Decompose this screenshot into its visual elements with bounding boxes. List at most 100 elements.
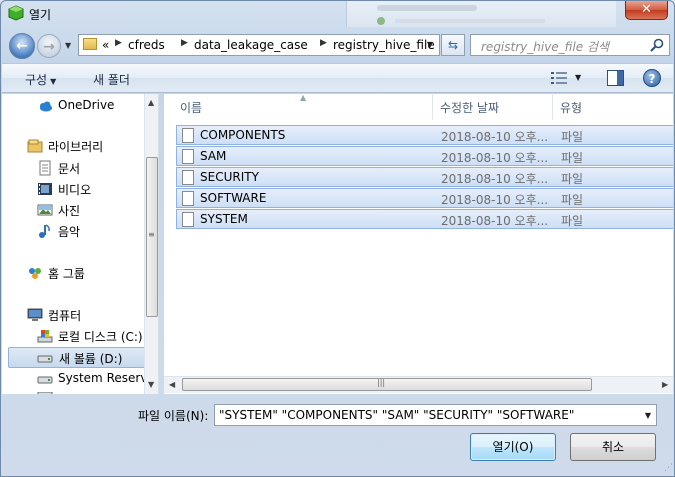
file-icon xyxy=(182,128,194,143)
file-list-hscrollbar[interactable]: ◀ ||| ▶ xyxy=(164,376,673,393)
nav-scrollbar[interactable]: ▲ ≡ ▼ xyxy=(144,94,158,394)
file-date: 2018-08-10 오후... xyxy=(441,193,549,207)
nav-item-homegroup[interactable]: 홈 그룹 xyxy=(27,263,142,283)
change-view-icon[interactable] xyxy=(551,71,567,85)
file-type: 파일 xyxy=(561,172,584,186)
window-title: 열기 xyxy=(29,8,52,22)
search-placeholder: registry_hive_file 검색 xyxy=(481,40,610,54)
file-row[interactable]: SAM 2018-08-10 오후... 파일 xyxy=(176,146,673,166)
breadcrumb-item[interactable]: registry_hive_file xyxy=(333,38,435,52)
file-type: 파일 xyxy=(561,214,584,228)
address-dropdown[interactable]: ▼ xyxy=(427,40,433,49)
music-icon xyxy=(39,224,50,238)
drive-icon xyxy=(37,376,53,384)
scroll-up-icon[interactable]: ▲ xyxy=(148,98,154,107)
title-bar: 열기 ✕ xyxy=(1,1,674,27)
navigation-pane[interactable]: OneDrive 라이브러리 문서 비디오 사진 음악 홈 그룹 컴퓨터 로컬 … xyxy=(2,94,159,394)
column-header-type[interactable]: 유형 xyxy=(560,99,582,116)
address-bar[interactable]: « ▶ cfreds ▶ data_leakage_case ▶ registr… xyxy=(78,34,440,56)
drive-icon xyxy=(37,355,53,363)
forward-arrow-icon: → xyxy=(43,39,55,55)
cloud-icon xyxy=(40,101,52,112)
open-button[interactable]: 열기(O) xyxy=(470,433,556,461)
close-button[interactable]: ✕ xyxy=(625,1,668,20)
column-header-name[interactable]: 이름 xyxy=(180,99,202,116)
file-icon xyxy=(182,212,194,227)
chevron-down-icon[interactable]: ▼ xyxy=(645,411,651,420)
nav-item-label: 문서 xyxy=(58,162,81,176)
refresh-button[interactable]: ⇆ xyxy=(441,34,465,56)
background-window xyxy=(346,1,616,27)
nav-item-computer[interactable]: 컴퓨터 xyxy=(27,305,142,325)
file-name: SECURITY xyxy=(200,170,259,184)
folder-icon xyxy=(83,38,97,50)
breadcrumb-overflow[interactable]: « xyxy=(102,38,109,52)
nav-item-label: 사진 xyxy=(58,204,81,218)
chevron-right-icon[interactable]: ▶ xyxy=(115,38,122,48)
nav-item-pictures[interactable]: 사진 xyxy=(37,200,142,220)
drive-icon xyxy=(37,392,53,394)
file-icon xyxy=(182,149,194,164)
file-date: 2018-08-10 오후... xyxy=(441,214,549,228)
cancel-button[interactable]: 취소 xyxy=(570,433,656,461)
view-options-dropdown[interactable]: ▼ xyxy=(575,73,581,82)
breadcrumb-item[interactable]: data_leakage_case xyxy=(194,38,308,52)
organize-button[interactable]: 구성 ▼ xyxy=(25,71,56,88)
computer-icon xyxy=(27,308,43,321)
nav-item-label: 음악 xyxy=(58,225,81,239)
chevron-right-icon[interactable]: ▶ xyxy=(320,38,327,48)
scroll-right-icon[interactable]: ▶ xyxy=(662,380,668,389)
file-row[interactable]: SOFTWARE 2018-08-10 오후... 파일 xyxy=(176,188,673,208)
file-date: 2018-08-10 오후... xyxy=(441,151,549,165)
file-row[interactable]: COMPONENTS 2018-08-10 오후... 파일 xyxy=(176,125,673,145)
file-name-label: 파일 이름(N): xyxy=(138,409,209,423)
back-button[interactable]: ← xyxy=(9,33,35,59)
breadcrumb-item[interactable]: cfreds xyxy=(128,38,165,52)
organize-label: 구성 xyxy=(25,73,48,87)
scroll-thumb[interactable] xyxy=(182,378,592,391)
nav-item-label: 컴퓨터 xyxy=(48,309,82,323)
picture-icon xyxy=(37,204,53,216)
recent-locations-dropdown[interactable]: ▼ xyxy=(65,41,71,50)
scroll-down-icon[interactable]: ▼ xyxy=(148,380,154,389)
scroll-grip-icon: ≡ xyxy=(148,230,155,239)
nav-item-volume-d[interactable]: 새 볼륨 (D:) xyxy=(8,347,145,368)
file-name-combobox[interactable]: "SYSTEM" "COMPONENTS" "SAM" "SECURITY" "… xyxy=(214,404,657,426)
file-row[interactable]: SECURITY 2018-08-10 오후... 파일 xyxy=(176,167,673,187)
scroll-left-icon[interactable]: ◀ xyxy=(169,380,175,389)
nav-item-system-reserved[interactable]: System Reserved xyxy=(37,369,158,389)
command-bar: 구성 ▼ 새 폴더 ▼ ? xyxy=(2,63,673,93)
nav-item-onedrive[interactable]: OneDrive xyxy=(37,96,142,116)
file-name: SAM xyxy=(200,149,227,163)
nav-item-label: 새 볼륨 (D:) xyxy=(59,352,123,366)
help-icon[interactable]: ? xyxy=(643,69,661,87)
file-type: 파일 xyxy=(561,151,584,165)
file-type: 파일 xyxy=(561,130,584,144)
new-folder-button[interactable]: 새 폴더 xyxy=(93,71,130,88)
preview-pane-icon[interactable] xyxy=(607,70,624,86)
nav-item-label: 로컬 디스크 (C:) xyxy=(58,330,143,344)
file-icon xyxy=(182,170,194,185)
search-icon[interactable] xyxy=(649,37,665,53)
nav-item-videos[interactable]: 비디오 xyxy=(37,179,142,199)
nav-item-libraries[interactable]: 라이브러리 xyxy=(27,136,142,156)
chevron-right-icon[interactable]: ▶ xyxy=(181,38,188,48)
resize-grip-icon[interactable]: ⋰ xyxy=(664,463,673,473)
nav-item-local-disk-c[interactable]: 로컬 디스크 (C:) xyxy=(37,326,152,346)
file-list[interactable]: ▲ 이름 수정한 날짜 유형 COMPONENTS 2018-08-10 오후.… xyxy=(164,94,673,394)
column-divider[interactable] xyxy=(552,94,553,120)
forward-button[interactable]: → xyxy=(37,34,61,58)
app-icon xyxy=(8,5,24,21)
scroll-grip-icon: ||| xyxy=(377,378,386,387)
column-header-date[interactable]: 수정한 날짜 xyxy=(440,99,499,116)
refresh-icon: ⇆ xyxy=(447,38,459,52)
nav-item-music[interactable]: 음악 xyxy=(37,221,142,241)
chevron-down-icon: ▼ xyxy=(50,77,57,86)
disk-icon xyxy=(37,330,53,343)
nav-item-documents[interactable]: 문서 xyxy=(37,158,142,178)
column-divider[interactable] xyxy=(432,94,433,120)
nav-item-partial[interactable] xyxy=(37,390,57,394)
file-row[interactable]: SYSTEM 2018-08-10 오후... 파일 xyxy=(176,209,673,229)
file-name-value: "SYSTEM" "COMPONENTS" "SAM" "SECURITY" "… xyxy=(219,408,575,422)
search-box[interactable]: registry_hive_file 검색 xyxy=(470,34,670,56)
